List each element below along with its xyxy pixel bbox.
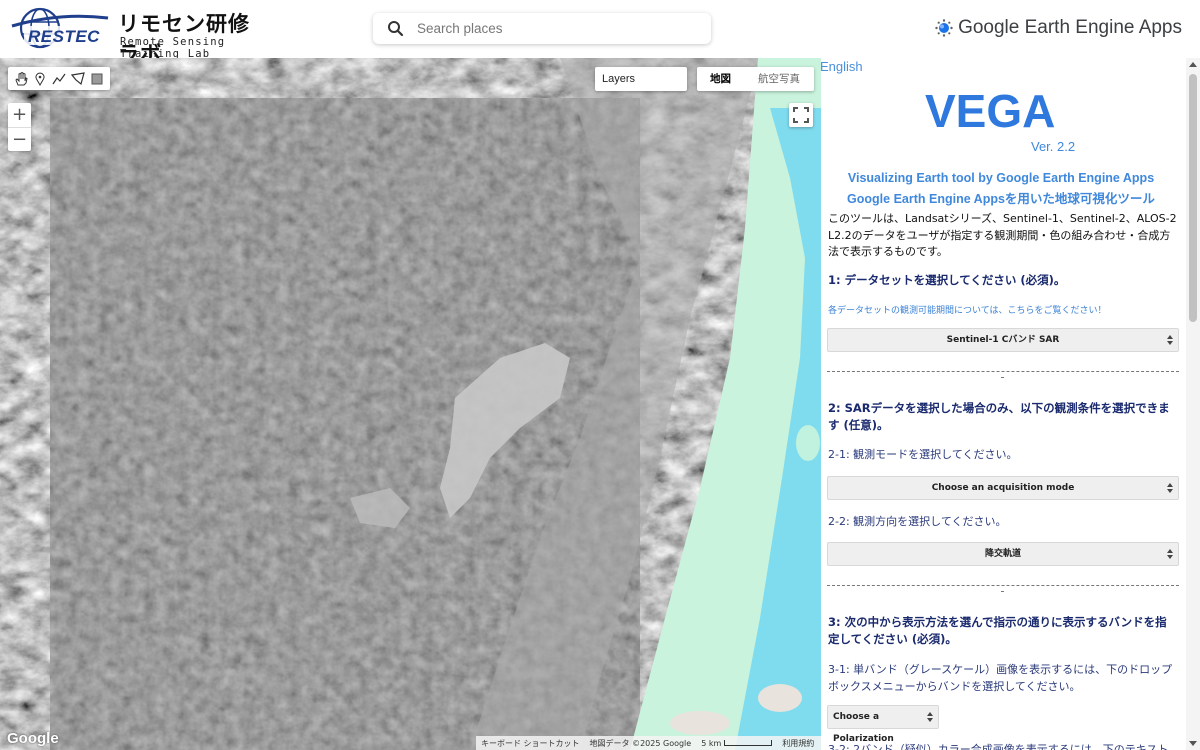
dataset-select[interactable]: Sentinel-1 Cバンド SAR bbox=[827, 328, 1179, 352]
step1-heading: 1: データセットを選択してください (必須)。 bbox=[828, 273, 1066, 287]
scroll-up-arrow-icon[interactable] bbox=[1189, 62, 1197, 67]
scale-label: 5 km bbox=[696, 739, 777, 748]
google-logo[interactable]: Google bbox=[7, 730, 59, 747]
pan-hand-icon[interactable] bbox=[12, 70, 30, 88]
acquisition-mode-value: Choose an acquisition mode bbox=[931, 483, 1075, 493]
logo-title-en: Remote Sensing Training Lab bbox=[120, 36, 226, 60]
map-data-credit: 地図データ ©2025 Google bbox=[589, 738, 692, 748]
subtitle-jp: Google Earth Engine Appsを用いた地球可視化ツール bbox=[847, 192, 1155, 206]
polarization-select[interactable]: Choose a Polarization bbox=[827, 705, 939, 744]
map-view[interactable]: + − Layers 地図 航空写真 Google キーボード ショートカット … bbox=[0, 58, 821, 750]
select-arrows-icon bbox=[1167, 335, 1173, 345]
fullscreen-icon bbox=[793, 107, 809, 123]
side-panel[interactable]: English VEGA Ver. 2.2 Visualizing Earth … bbox=[821, 58, 1200, 750]
subtitle-en: Visualizing Earth tool by Google Earth E… bbox=[847, 171, 1155, 185]
zoom-out-button[interactable]: − bbox=[8, 127, 31, 151]
search-icon[interactable] bbox=[387, 20, 404, 37]
sar-image-layer bbox=[0, 58, 821, 750]
select-arrows-icon bbox=[1167, 483, 1173, 493]
search-input[interactable] bbox=[417, 18, 697, 39]
section-divider bbox=[827, 585, 1179, 592]
marker-tool-icon[interactable] bbox=[31, 70, 49, 88]
step3-1-label: 3-1: 単バンド（グレースケール）画像を表示するには、下のドロップボックスメニ… bbox=[828, 663, 1173, 693]
scale-bar bbox=[724, 740, 773, 746]
map-type-toggle: 地図 航空写真 bbox=[697, 67, 814, 91]
section-divider bbox=[827, 371, 1179, 378]
select-arrows-icon bbox=[1167, 549, 1173, 559]
step2-1-label: 2-1: 観測モードを選択してください。 bbox=[828, 448, 1018, 461]
step3-heading: 3: 次の中から表示方法を選んで指示の通りに表示するバンドを指定してください (… bbox=[828, 615, 1167, 646]
app-title: VEGA bbox=[925, 85, 1056, 137]
scroll-down-arrow-icon[interactable] bbox=[1189, 741, 1197, 746]
orbit-direction-value: 降交軌道 bbox=[984, 549, 1021, 559]
rectangle-tool-icon[interactable] bbox=[88, 70, 106, 88]
acquisition-mode-select[interactable]: Choose an acquisition mode bbox=[827, 476, 1179, 500]
version-label: Ver. 2.2 bbox=[1031, 139, 1076, 154]
select-arrows-icon bbox=[927, 712, 933, 722]
search-box[interactable] bbox=[373, 13, 711, 44]
top-bar: RESTEC リモセン研修ラボ Remote Sensing Training … bbox=[0, 0, 1200, 66]
line-tool-icon[interactable] bbox=[50, 70, 68, 88]
dataset-period-link[interactable]: 各データセットの観測可能期間については、こちらをご覧ください！ bbox=[828, 303, 1107, 316]
brand-text: Google Earth Engine Apps bbox=[958, 17, 1182, 38]
logo-mark-text: RESTEC bbox=[28, 27, 100, 46]
step2-heading: 2: SARデータを選択した場合のみ、以下の観測条件を選択できます (任意)。 bbox=[828, 401, 1170, 432]
layers-button[interactable]: Layers bbox=[595, 67, 687, 91]
polygon-tool-icon[interactable] bbox=[69, 70, 87, 88]
map-type-map-button[interactable]: 地図 bbox=[697, 67, 744, 91]
english-link[interactable]: English bbox=[821, 59, 863, 74]
step2-2-label: 2-2: 観測方向を選択してください。 bbox=[828, 515, 1007, 528]
description-text: このツールは、Landsatシリーズ、Sentinel-1、Sentinel-2… bbox=[828, 212, 1177, 258]
drawing-tools bbox=[8, 67, 110, 90]
panel-scrollbar[interactable] bbox=[1186, 58, 1200, 750]
keyboard-shortcuts-link[interactable]: キーボード ショートカット bbox=[476, 738, 585, 749]
restec-logo[interactable]: RESTEC リモセン研修ラボ Remote Sensing Training … bbox=[10, 6, 268, 66]
scrollbar-thumb[interactable] bbox=[1189, 74, 1197, 322]
zoom-in-button[interactable]: + bbox=[8, 103, 31, 127]
fullscreen-button[interactable] bbox=[789, 103, 813, 127]
polarization-value: Choose a Polarization bbox=[833, 712, 894, 744]
gee-apps-brand[interactable]: Google Earth Engine Apps bbox=[935, 15, 1182, 41]
map-type-satellite-button[interactable]: 航空写真 bbox=[744, 67, 814, 91]
orbit-direction-select[interactable]: 降交軌道 bbox=[827, 542, 1179, 566]
map-attribution-bar: キーボード ショートカット 地図データ ©2025 Google 5 km 利用… bbox=[476, 736, 821, 750]
terms-link[interactable]: 利用規約 bbox=[777, 738, 819, 749]
dataset-select-value: Sentinel-1 Cバンド SAR bbox=[946, 335, 1060, 345]
step3-2-label: 3-2: 2バンド（疑似）カラー合成画像を表示するには、下のテキスト bbox=[828, 743, 1169, 750]
zoom-control: + − bbox=[8, 103, 31, 151]
earth-engine-icon bbox=[935, 19, 953, 37]
